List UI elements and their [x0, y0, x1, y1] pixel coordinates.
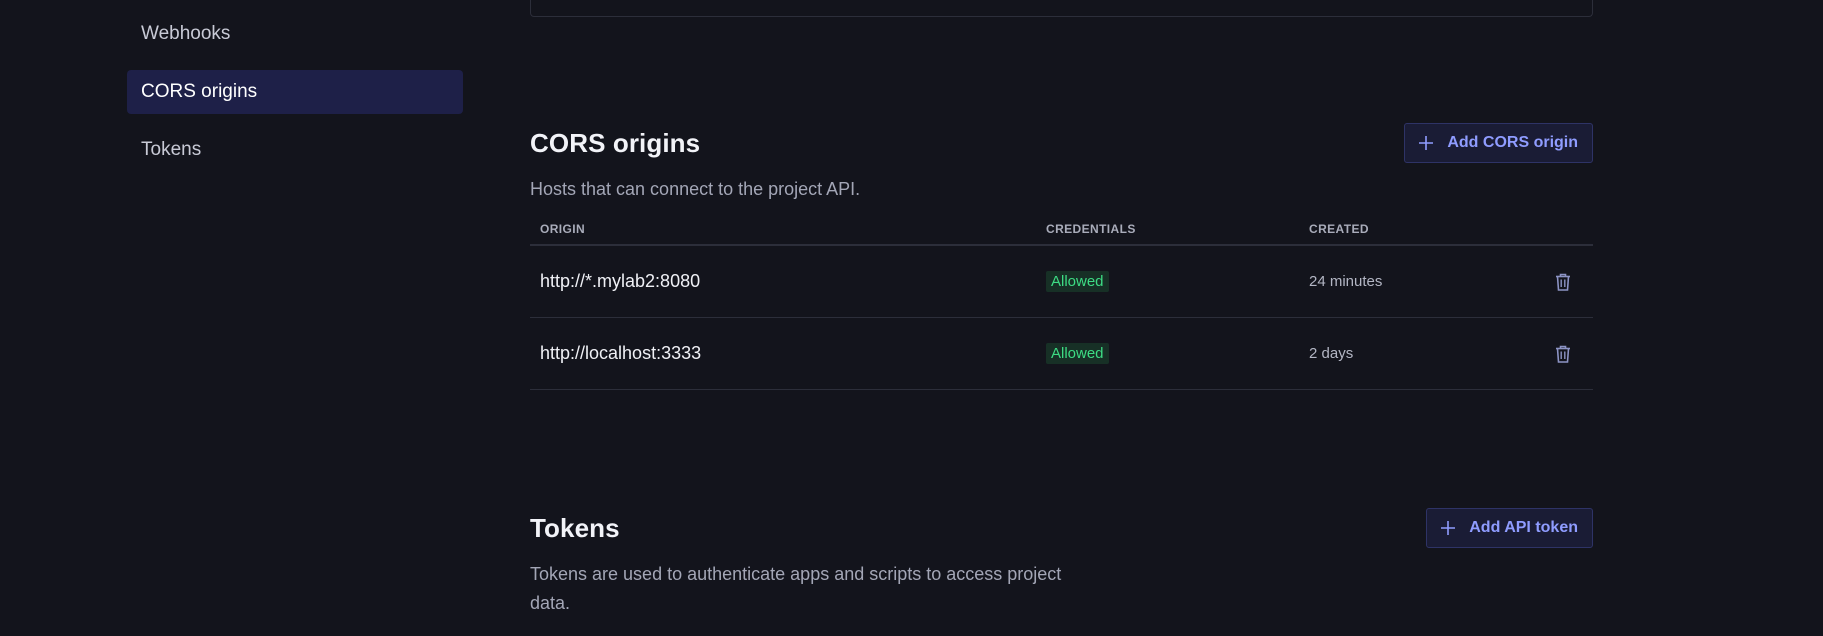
plus-icon: [1439, 519, 1457, 537]
add-cors-origin-button[interactable]: Add CORS origin: [1404, 123, 1593, 163]
sidebar-item-label: Tokens: [141, 139, 202, 160]
trash-icon[interactable]: [1552, 343, 1574, 365]
sidebar-item-label: Webhooks: [141, 23, 231, 44]
cors-section-header: CORS origins Add CORS origin: [530, 122, 1593, 164]
cors-origins-table: ORIGIN CREDENTIALS CREATED http://*.myla…: [530, 214, 1593, 390]
credentials-badge: Allowed: [1046, 271, 1109, 292]
previous-section-card: [530, 0, 1593, 17]
table-row: http://localhost:3333 Allowed 2 days: [530, 318, 1593, 390]
add-api-token-label: Add API token: [1469, 519, 1578, 536]
sidebar-item-webhooks[interactable]: Webhooks: [127, 12, 463, 56]
tokens-section-header: Tokens Add API token: [530, 507, 1593, 549]
column-header-credentials: CREDENTIALS: [1046, 222, 1136, 236]
created-value: 2 days: [1309, 344, 1354, 362]
sidebar-item-label: CORS origins: [141, 81, 258, 102]
tokens-section-description: Tokens are used to authenticate apps and…: [530, 564, 1062, 613]
cors-section-description: Hosts that can connect to the project AP…: [530, 179, 861, 199]
cors-origins-section: CORS origins Add CORS origin Hosts that …: [530, 122, 1593, 390]
sidebar-item-cors-origins[interactable]: CORS origins: [127, 70, 463, 114]
cors-section-title: CORS origins: [530, 127, 701, 158]
tokens-section-title: Tokens: [530, 512, 620, 543]
origin-value: http://localhost:3333: [540, 343, 702, 363]
credentials-badge: Allowed: [1046, 343, 1109, 364]
tokens-section: Tokens Add API token Tokens are used to …: [530, 507, 1593, 618]
trash-icon[interactable]: [1552, 271, 1574, 293]
settings-page: Webhooks CORS origins Tokens CORS origin…: [0, 0, 1823, 636]
add-cors-origin-label: Add CORS origin: [1447, 134, 1578, 151]
sidebar-item-tokens[interactable]: Tokens: [127, 128, 463, 172]
table-header: ORIGIN CREDENTIALS CREATED: [530, 214, 1593, 246]
column-header-created: CREATED: [1309, 222, 1369, 236]
column-header-origin: ORIGIN: [540, 222, 586, 236]
add-api-token-button[interactable]: Add API token: [1426, 508, 1593, 548]
settings-sidebar: Webhooks CORS origins Tokens: [127, 12, 463, 186]
created-value: 24 minutes: [1309, 272, 1383, 290]
table-row: http://*.mylab2:8080 Allowed 24 minutes: [530, 246, 1593, 318]
plus-icon: [1417, 134, 1435, 152]
origin-value: http://*.mylab2:8080: [540, 271, 701, 291]
